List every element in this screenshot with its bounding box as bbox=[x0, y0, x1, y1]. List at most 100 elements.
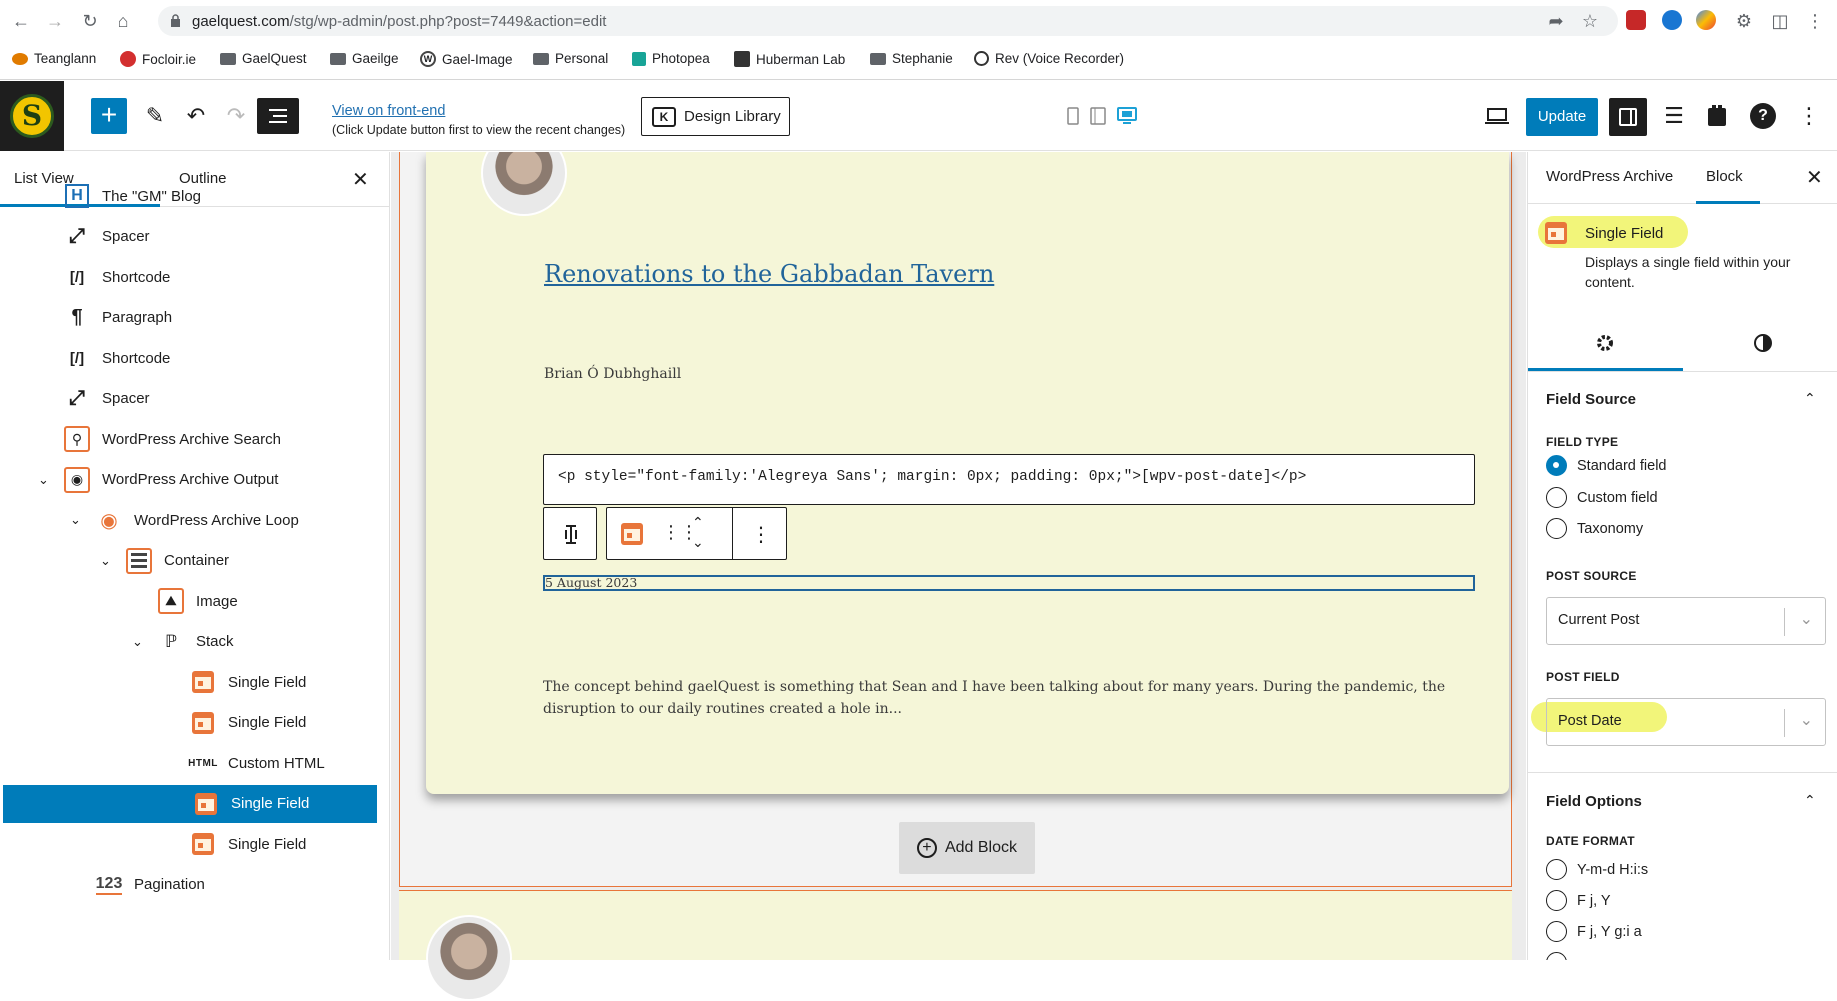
preview-laptop-icon[interactable] bbox=[1484, 103, 1510, 129]
collapse-field-options-icon[interactable]: ⌃ bbox=[1804, 792, 1816, 809]
list-item[interactable]: ⌄ ℙ Stack bbox=[0, 623, 378, 661]
post-source-select[interactable]: Current Post ⌄ bbox=[1546, 597, 1826, 645]
puzzle-icon[interactable]: ⚙ bbox=[1733, 10, 1755, 32]
radio-date-format-2[interactable]: F j, Y bbox=[1546, 890, 1611, 911]
desktop-preview-icon[interactable] bbox=[1117, 107, 1137, 125]
list-item[interactable]: Single Field bbox=[0, 704, 378, 742]
list-item[interactable]: ¶ Paragraph bbox=[0, 299, 378, 337]
close-settings-icon[interactable]: ✕ bbox=[1806, 168, 1823, 188]
bookmark-label: Personal bbox=[555, 51, 609, 66]
bookmark-huberman[interactable]: Huberman Lab bbox=[734, 51, 845, 67]
home-icon[interactable]: ⌂ bbox=[112, 10, 134, 32]
options-kebab-icon[interactable]: ⋮ bbox=[1796, 103, 1822, 129]
tablet-preview-icon[interactable] bbox=[1090, 107, 1106, 125]
bookmark-rev[interactable]: Rev (Voice Recorder) bbox=[974, 51, 1124, 66]
list-item[interactable]: ⤢ Spacer bbox=[0, 380, 378, 418]
settings-panel-toggle[interactable] bbox=[1609, 98, 1647, 136]
bookmark-label: Gaeilge bbox=[352, 51, 399, 66]
search-icon: ⚲ bbox=[64, 426, 90, 452]
reload-icon[interactable]: ↻ bbox=[79, 10, 101, 32]
list-item[interactable]: ⌄ Container bbox=[0, 542, 378, 580]
post-card[interactable]: Renovations to the Gabbadan Tavern Brian… bbox=[426, 152, 1509, 794]
single-field-calendar-icon[interactable] bbox=[621, 523, 643, 545]
chevron-down-icon[interactable]: ⌄ bbox=[100, 553, 111, 569]
menu-dots-icon[interactable]: ⋮ bbox=[1804, 10, 1826, 32]
redo-icon[interactable]: ↷ bbox=[223, 103, 249, 129]
bookmark-stephanie[interactable]: Stephanie bbox=[870, 51, 953, 66]
list-item[interactable]: ⚲ WordPress Archive Search bbox=[0, 420, 378, 458]
move-up-down-icon[interactable]: ⌃ ⌄ bbox=[692, 512, 704, 552]
plugin-icon[interactable] bbox=[1704, 103, 1730, 129]
field-options-title[interactable]: Field Options bbox=[1546, 793, 1642, 810]
custom-html-block[interactable]: <p style="font-family:'Alegreya Sans'; m… bbox=[543, 454, 1475, 505]
share-icon[interactable]: ➦ bbox=[1545, 10, 1567, 32]
list-item-label: Single Field bbox=[228, 714, 307, 731]
settings-gear-icon[interactable] bbox=[1595, 333, 1615, 353]
chevron-down-icon[interactable]: ⌄ bbox=[38, 472, 49, 488]
author-avatar[interactable] bbox=[481, 152, 567, 216]
forward-arrow-icon[interactable]: → bbox=[44, 10, 66, 32]
styles-contrast-icon[interactable] bbox=[1753, 333, 1773, 353]
radio-date-format-3[interactable]: F j, Y g:i a bbox=[1546, 921, 1642, 942]
star-icon[interactable]: ☆ bbox=[1579, 10, 1601, 32]
update-button[interactable]: Update bbox=[1526, 98, 1598, 136]
block-options-icon[interactable]: ⋮ bbox=[751, 522, 771, 547]
post-author[interactable]: Brian Ó Dubhghaill bbox=[544, 366, 681, 382]
back-arrow-icon[interactable]: ← bbox=[10, 10, 32, 32]
post-excerpt[interactable]: The concept behind gaelQuest is somethin… bbox=[543, 676, 1483, 720]
extension-assistant-icon[interactable] bbox=[1696, 10, 1716, 30]
bookmark-gaeilge[interactable]: Gaeilge bbox=[330, 51, 399, 66]
list-item[interactable]: HTML Custom HTML bbox=[0, 744, 378, 782]
next-post-card[interactable] bbox=[399, 890, 1512, 960]
bookmark-photopea[interactable]: Photopea bbox=[632, 51, 710, 66]
radio-standard-field[interactable]: Standard field bbox=[1546, 455, 1666, 476]
help-icon[interactable]: ? bbox=[1750, 103, 1776, 129]
list-item[interactable]: Single Field bbox=[3, 784, 377, 823]
pencil-icon[interactable]: ✎ bbox=[142, 103, 168, 129]
archive-loop-frame[interactable]: Renovations to the Gabbadan Tavern Brian… bbox=[399, 152, 1512, 887]
radio-taxonomy[interactable]: Taxonomy bbox=[1546, 518, 1643, 539]
post-field-select[interactable]: Post Date ⌄ bbox=[1546, 698, 1826, 746]
post-date-field[interactable]: 5 August 2023 bbox=[543, 575, 1475, 591]
list-item-label: Shortcode bbox=[102, 268, 171, 286]
list-item[interactable]: ⤢ Spacer bbox=[0, 218, 378, 256]
chevron-down-icon[interactable]: ⌄ bbox=[132, 634, 143, 650]
collapse-field-source-icon[interactable]: ⌃ bbox=[1804, 390, 1816, 407]
list-item[interactable]: [/] Shortcode bbox=[0, 258, 378, 296]
site-logo[interactable]: S bbox=[0, 81, 64, 151]
list-item[interactable]: Single Field bbox=[0, 663, 378, 701]
design-library-button[interactable]: K Design Library bbox=[641, 97, 790, 136]
tab-wordpress-archive[interactable]: WordPress Archive bbox=[1546, 168, 1673, 185]
list-item[interactable]: H The "GM" Blog bbox=[0, 177, 378, 215]
field-source-title[interactable]: Field Source bbox=[1546, 391, 1636, 408]
add-block-toggle-button[interactable]: + bbox=[91, 98, 127, 134]
post-title-link[interactable]: Renovations to the Gabbadan Tavern bbox=[544, 260, 994, 288]
undo-icon[interactable]: ↶ bbox=[183, 103, 209, 129]
radio-date-format-1[interactable]: Y-m-d H:i:s bbox=[1546, 859, 1648, 880]
chevron-down-icon[interactable]: ⌄ bbox=[70, 512, 81, 528]
list-view-button[interactable] bbox=[257, 98, 299, 134]
bookmark-gael-image[interactable]: W Gael-Image bbox=[420, 51, 513, 67]
performance-icon[interactable]: ☰ bbox=[1661, 103, 1687, 129]
view-on-front-end-link[interactable]: View on front-end bbox=[332, 103, 445, 119]
bookmark-gaelquest[interactable]: GaelQuest bbox=[220, 51, 307, 66]
bookmark-teanglann[interactable]: Teanglann bbox=[12, 51, 96, 66]
radio-date-format-4[interactable] bbox=[1546, 952, 1567, 960]
list-item[interactable]: ⛰ Image bbox=[0, 582, 378, 620]
add-block-button[interactable]: + Add Block bbox=[899, 822, 1035, 874]
radio-custom-field[interactable]: Custom field bbox=[1546, 487, 1658, 508]
list-item[interactable]: ⌄ ◉ WordPress Archive Output bbox=[0, 461, 378, 499]
address-bar[interactable]: gaelquest.com/stg/wp-admin/post.php?post… bbox=[158, 6, 1618, 36]
sidepanel-icon[interactable]: ◫ bbox=[1769, 10, 1791, 32]
bookmark-focloir[interactable]: Focloir.ie bbox=[120, 51, 196, 67]
mobile-preview-icon[interactable] bbox=[1067, 107, 1079, 125]
list-item[interactable]: [/] Shortcode bbox=[0, 339, 378, 377]
stack-parent-button[interactable] bbox=[543, 507, 597, 560]
list-item[interactable]: ⌄ ◉ WordPress Archive Loop bbox=[0, 501, 378, 539]
list-item[interactable]: 123 Pagination bbox=[0, 866, 378, 904]
tab-block[interactable]: Block bbox=[1706, 168, 1743, 185]
extension-z-icon[interactable] bbox=[1662, 10, 1682, 30]
bookmark-personal[interactable]: Personal bbox=[533, 51, 608, 66]
list-item[interactable]: Single Field bbox=[0, 825, 378, 863]
extension-b-icon[interactable] bbox=[1626, 10, 1646, 30]
